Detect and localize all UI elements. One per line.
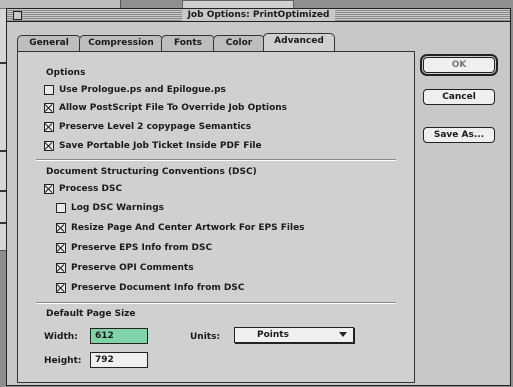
checkbox[interactable] <box>44 184 54 194</box>
option-label: Save Portable Job Ticket Inside PDF File <box>59 141 262 151</box>
option-label: Preserve Level 2 copypage Semantics <box>59 122 252 132</box>
job-options-dialog: Job Options: PrintOptimized General Comp… <box>6 8 511 386</box>
tab-fonts[interactable]: Fonts <box>161 35 215 51</box>
units-value: Points <box>257 330 289 340</box>
option-save-job-ticket[interactable]: Save Portable Job Ticket Inside PDF File <box>44 139 262 153</box>
checkbox[interactable] <box>44 141 54 151</box>
units-popup[interactable]: Points <box>234 327 354 343</box>
option-preserve-opi[interactable]: Preserve OPI Comments <box>56 261 194 275</box>
checkbox[interactable] <box>44 122 54 132</box>
option-process-dsc[interactable]: Process DSC <box>44 182 122 196</box>
save-as-button[interactable]: Save As... <box>423 127 495 143</box>
tab-general[interactable]: General <box>17 35 81 51</box>
width-field[interactable]: 612 <box>90 328 148 344</box>
tab-color[interactable]: Color <box>213 35 265 51</box>
checkbox[interactable] <box>56 243 66 253</box>
section-divider <box>36 302 396 304</box>
options-section-title: Options <box>46 68 86 78</box>
option-preserve-doc-info[interactable]: Preserve Document Info from DSC <box>56 281 244 295</box>
dialog-title: Job Options: PrintOptimized <box>181 9 336 21</box>
option-allow-override[interactable]: Allow PostScript File To Override Job Op… <box>44 101 287 115</box>
section-divider <box>36 159 396 161</box>
checkbox[interactable] <box>56 263 66 273</box>
option-preserve-eps-info[interactable]: Preserve EPS Info from DSC <box>56 241 212 255</box>
option-use-prologue[interactable]: Use Prologue.ps and Epilogue.ps <box>44 83 226 97</box>
ok-button[interactable]: OK <box>420 54 498 76</box>
close-box[interactable] <box>13 11 22 20</box>
option-log-dsc-warnings[interactable]: Log DSC Warnings <box>56 201 164 215</box>
checkbox[interactable] <box>44 85 54 95</box>
checkbox[interactable] <box>56 283 66 293</box>
option-preserve-copypage[interactable]: Preserve Level 2 copypage Semantics <box>44 120 251 134</box>
dialog-titlebar[interactable]: Job Options: PrintOptimized <box>7 9 510 22</box>
option-label: Preserve EPS Info from DSC <box>71 243 213 253</box>
checkbox[interactable] <box>44 103 54 113</box>
width-label: Width: <box>44 332 78 342</box>
page-size-section-title: Default Page Size <box>46 309 136 319</box>
height-label: Height: <box>44 356 82 366</box>
option-label: Preserve OPI Comments <box>71 263 194 273</box>
units-label: Units: <box>190 332 221 342</box>
cancel-button[interactable]: Cancel <box>423 89 495 105</box>
tab-advanced[interactable]: Advanced <box>263 33 335 51</box>
option-label: Process DSC <box>59 184 123 194</box>
checkbox[interactable] <box>56 223 66 233</box>
option-label: Preserve Document Info from DSC <box>71 283 245 293</box>
popup-arrow-icon <box>339 332 347 337</box>
tab-compression[interactable]: Compression <box>79 35 163 51</box>
option-label: Resize Page And Center Artwork For EPS F… <box>71 223 305 233</box>
option-label: Use Prologue.ps and Epilogue.ps <box>59 85 226 95</box>
option-label: Allow PostScript File To Override Job Op… <box>59 103 288 113</box>
option-label: Log DSC Warnings <box>71 203 165 213</box>
dsc-section-title: Document Structuring Conventions (DSC) <box>46 167 257 177</box>
checkbox[interactable] <box>56 203 66 213</box>
advanced-panel: Options Use Prologue.ps and Epilogue.ps … <box>17 51 415 383</box>
height-field[interactable]: 792 <box>90 352 148 368</box>
option-resize-page[interactable]: Resize Page And Center Artwork For EPS F… <box>56 221 305 235</box>
